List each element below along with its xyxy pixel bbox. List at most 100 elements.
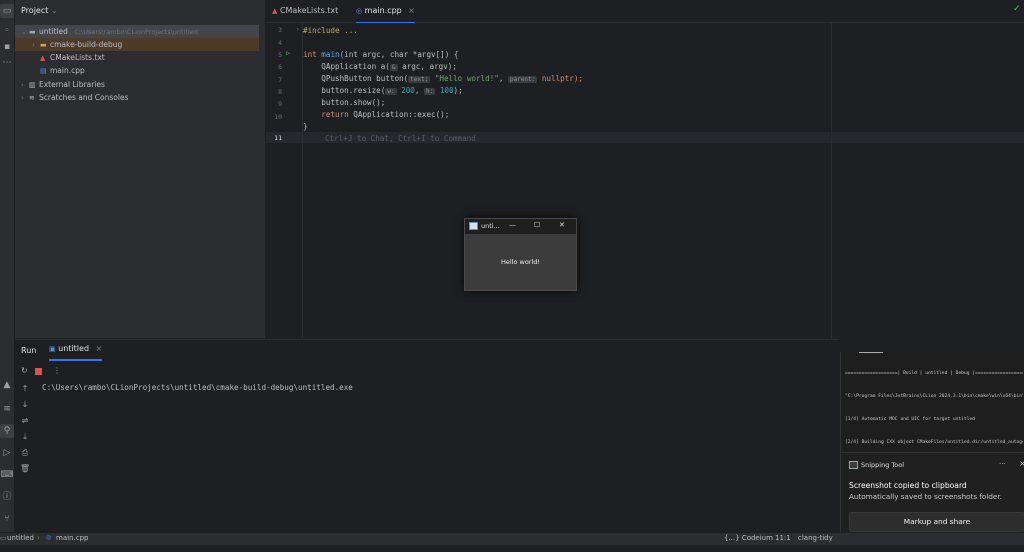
code-text: QApplication a( bbox=[321, 62, 390, 71]
code-text: button.show(); bbox=[321, 98, 386, 107]
notification-title: Screenshot copied to clipboard bbox=[849, 481, 967, 490]
project-header[interactable]: Project ⌄ bbox=[21, 6, 58, 15]
status-bar: ▭ untitled › ◎ main.cpp {...} Codeium 11… bbox=[0, 532, 1024, 545]
code-text: QPushButton button( bbox=[321, 74, 409, 83]
run-panel-title: Run bbox=[21, 346, 37, 355]
code-line-3: #include ... bbox=[303, 26, 358, 35]
chevron-down-icon[interactable]: ⌄ bbox=[51, 6, 58, 15]
cpp-file-icon: ▤ bbox=[40, 67, 47, 75]
more-icon[interactable]: ⋯ bbox=[0, 56, 14, 70]
chevron-right-icon[interactable]: › bbox=[21, 92, 29, 105]
line-number: 5 bbox=[278, 51, 282, 59]
close-icon[interactable]: × bbox=[96, 344, 103, 353]
run-gutter-icon[interactable]: ▷ bbox=[286, 49, 290, 57]
tree-item-cmakelists[interactable]: ▲ CMakeLists.txt bbox=[15, 51, 259, 64]
root-name: untitled bbox=[39, 27, 68, 36]
terminal-icon[interactable]: ⌨ bbox=[0, 468, 14, 482]
debug-icon[interactable]: ⓘ bbox=[0, 490, 14, 504]
more-options-icon[interactable]: ⋮ bbox=[53, 366, 61, 375]
folder-icon[interactable]: ▭ bbox=[0, 4, 14, 18]
window-titlebar[interactable]: unti... — ☐ ✕ bbox=[465, 219, 576, 234]
number-literal: 100 bbox=[439, 86, 454, 95]
tree-item-cmake-build-debug[interactable]: › ▬ cmake-build-debug bbox=[15, 38, 259, 51]
tree-item-main-cpp[interactable]: ▤ main.cpp bbox=[15, 64, 259, 77]
editor-tabs: ▲ CMakeLists.txt ◎ main.cpp × ✓ bbox=[266, 0, 1024, 24]
keyword: int bbox=[303, 50, 317, 59]
commit-icon[interactable]: ◦ bbox=[0, 24, 14, 38]
tab-cmakelists[interactable]: ▲ CMakeLists.txt bbox=[272, 0, 338, 22]
markup-and-share-button[interactable]: Markup and share bbox=[849, 512, 1024, 532]
code-line-8: button.resize(w: 200, h: 100); bbox=[303, 86, 463, 95]
tree-item-label: cmake-build-debug bbox=[50, 40, 123, 49]
close-icon[interactable]: × bbox=[1019, 459, 1024, 468]
tab-main-cpp[interactable]: ◎ main.cpp × bbox=[356, 0, 415, 24]
codeium-widget[interactable]: {...} Codeium bbox=[724, 534, 773, 542]
minimize-button[interactable]: — bbox=[509, 221, 516, 229]
inlay-hint: & bbox=[389, 64, 398, 71]
include-directive[interactable]: #include ... bbox=[303, 26, 358, 35]
cpp-file-icon: ◎ bbox=[356, 7, 363, 15]
scroll-up-icon[interactable]: ↑ bbox=[19, 383, 31, 395]
scratches-icon: ≋ bbox=[29, 94, 35, 102]
hello-world-window[interactable]: unti... — ☐ ✕ Hello world! bbox=[464, 218, 577, 291]
inlay-hint: h: bbox=[424, 88, 436, 95]
services-icon[interactable]: ▷ bbox=[0, 446, 14, 460]
window-divider bbox=[859, 352, 883, 353]
linter-widget[interactable]: clang-tidy bbox=[798, 534, 833, 542]
run-output-line: C:\Users\rambo\CLionProjects\untitled\cm… bbox=[42, 383, 353, 392]
code-editor[interactable]: 3 4 5 6 7 8 9 10 11 ▷ › #include ... int… bbox=[266, 23, 1024, 338]
cursor-position[interactable]: 11:1 bbox=[775, 534, 791, 542]
code-text: } bbox=[303, 122, 308, 131]
line-number: 4 bbox=[278, 39, 282, 47]
tree-item-label: Scratches and Consoles bbox=[39, 93, 129, 102]
trash-icon[interactable]: 🗑 bbox=[19, 463, 31, 475]
tree-item-scratches[interactable]: › ≋ Scratches and Consoles bbox=[15, 91, 259, 104]
tree-item-label: CMakeLists.txt bbox=[50, 53, 105, 62]
snipping-tool-notification[interactable]: Snipping Tool ··· × Screenshot copied to… bbox=[840, 452, 1024, 533]
check-icon[interactable]: ✓ bbox=[1013, 4, 1021, 14]
function-name: main bbox=[321, 50, 340, 59]
close-icon[interactable]: × bbox=[408, 6, 415, 15]
code-text: nullptr); bbox=[541, 74, 584, 83]
code-text: QApplication::exec(); bbox=[348, 110, 450, 119]
project-title: Project bbox=[21, 6, 49, 15]
tree-item-external-libraries[interactable]: › ▥ External Libraries bbox=[15, 78, 259, 91]
structure-icon[interactable]: ▪ bbox=[0, 40, 14, 54]
problems-icon[interactable]: ≡ bbox=[0, 402, 14, 416]
scroll-down-icon[interactable]: ↓ bbox=[19, 399, 31, 411]
status-file[interactable]: main.cpp bbox=[56, 534, 88, 542]
print-icon[interactable]: ⎙ bbox=[19, 447, 31, 459]
tree-item-label: main.cpp bbox=[50, 66, 85, 75]
inlay-hint: text: bbox=[408, 76, 431, 83]
fold-icon[interactable]: › bbox=[296, 26, 300, 33]
hello-world-button[interactable]: Hello world! bbox=[465, 258, 576, 266]
code-text: , bbox=[498, 74, 508, 83]
tree-item-root[interactable]: ⌄ ▬ untitled C:\Users\rambo\CLionProjects\… bbox=[15, 25, 259, 38]
run-config-icon: ▣ bbox=[49, 345, 56, 353]
run-config-label: untitled bbox=[58, 344, 90, 353]
code-text: ); bbox=[453, 86, 463, 95]
close-button[interactable]: ✕ bbox=[559, 221, 565, 229]
status-project[interactable]: untitled bbox=[7, 534, 34, 542]
maximize-button[interactable]: ☐ bbox=[534, 221, 540, 229]
run-icon[interactable]: ⚲ bbox=[0, 424, 14, 438]
project-widget-icon[interactable]: ▭ bbox=[0, 534, 7, 542]
scroll-end-icon[interactable]: ⤓ bbox=[19, 431, 31, 443]
tab-label: CMakeLists.txt bbox=[279, 6, 339, 15]
cmake-icon[interactable]: ▲ bbox=[0, 378, 14, 392]
snipping-tool-icon bbox=[849, 461, 858, 469]
project-pane: Project ⌄ ⌄ ▬ untitled C:\Users\rambo\CLio… bbox=[15, 0, 266, 338]
tab-run-untitled[interactable]: ▣ untitled × bbox=[49, 344, 103, 361]
more-options-icon[interactable]: ··· bbox=[999, 460, 1006, 468]
line-number: 7 bbox=[278, 76, 282, 84]
code-line-7: QPushButton button(text: "Hello world!",… bbox=[303, 74, 583, 83]
code-text: , bbox=[414, 86, 424, 95]
version-control-icon[interactable]: ⑂ bbox=[0, 512, 14, 526]
tab-label: main.cpp bbox=[364, 6, 402, 15]
code-line-5: int main(int argc, char *argv[]) { bbox=[303, 50, 458, 59]
run-side-tools: ↑ ↓ ⇌ ⤓ ⎙ 🗑 bbox=[15, 365, 37, 533]
window-body: Hello world! bbox=[465, 234, 576, 290]
soft-wrap-icon[interactable]: ⇌ bbox=[19, 415, 31, 427]
line-number: 8 bbox=[278, 88, 282, 96]
string-literal: "Hello world!" bbox=[434, 74, 499, 83]
